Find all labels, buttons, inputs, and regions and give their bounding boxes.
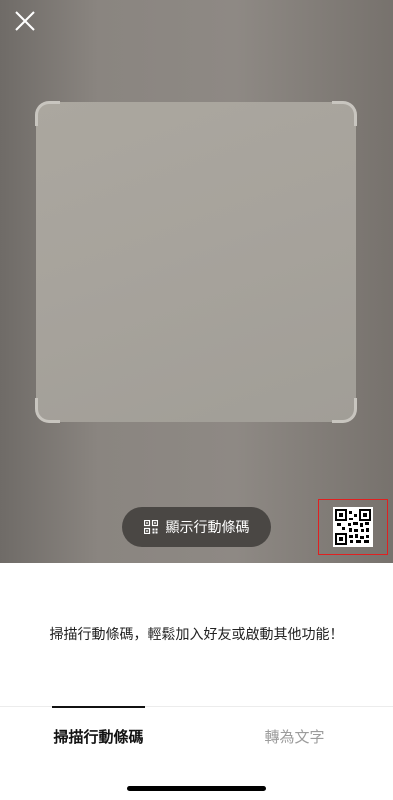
qr-code-icon — [143, 520, 158, 534]
scan-frame-corner — [332, 398, 357, 423]
home-indicator — [127, 786, 266, 791]
scan-from-image-button[interactable] — [318, 499, 388, 555]
scan-frame-corner — [35, 101, 60, 126]
scan-frame-corner — [332, 101, 357, 126]
show-my-code-button[interactable]: 顯示行動條碼 — [122, 507, 271, 547]
scan-frame — [35, 101, 357, 423]
scan-hint-text: 掃描行動條碼，輕鬆加入好友或啟動其他功能！ — [49, 627, 344, 643]
tab-scan-code[interactable]: 掃描行動條碼 — [52, 707, 145, 765]
bottom-tab-bar: 掃描行動條碼 轉為文字 — [0, 706, 393, 765]
tab-convert-to-text[interactable]: 轉為文字 — [248, 707, 341, 765]
close-icon — [15, 11, 35, 31]
close-button[interactable] — [10, 6, 40, 36]
qr-code-thumbnail-icon — [333, 507, 373, 547]
camera-viewfinder: 顯示行動條碼 — [0, 0, 393, 563]
scan-frame-corner — [35, 398, 60, 423]
show-my-code-label: 顯示行動條碼 — [165, 520, 250, 536]
